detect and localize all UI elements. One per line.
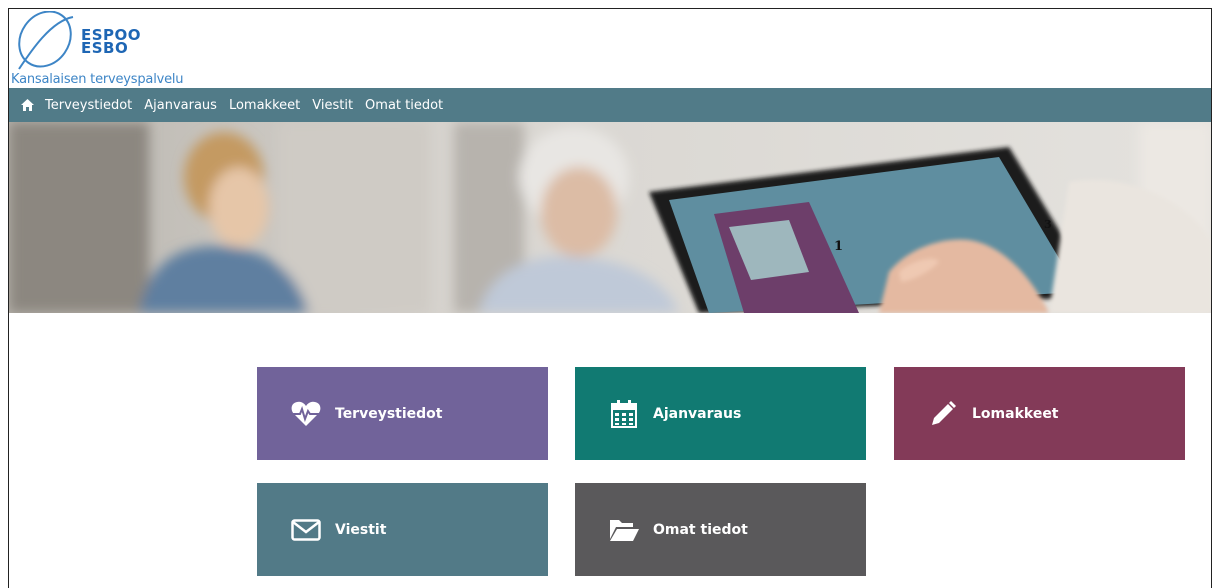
tile-omat-tiedot-label: Omat tiedot [653,521,748,538]
nav-item-ajanvaraus[interactable]: Ajanvaraus [144,98,217,113]
logo-wordmark: ESPOO ESBO [81,28,141,56]
service-subtitle: Kansalaisen terveyspalvelu [11,72,184,87]
tile-terveystiedot-label: Terveystiedot [335,405,443,422]
tile-viestit[interactable]: Viestit [257,483,548,576]
calendar-icon [609,399,639,429]
tablet-number-1: 1 [834,239,843,254]
heartbeat-icon [291,399,321,429]
nav-item-omat-tiedot[interactable]: Omat tiedot [365,98,443,113]
tile-ajanvaraus-label: Ajanvaraus [653,405,742,422]
pencil-icon [928,399,958,429]
nav-item-viestit[interactable]: Viestit [312,98,353,113]
hero-photo: 1 3 [9,122,1211,313]
tablet-number-3: 3 [1044,218,1052,231]
tile-lomakkeet-label: Lomakkeet [972,405,1059,422]
nav-item-lomakkeet[interactable]: Lomakkeet [229,98,300,113]
espoo-logo-mark [18,11,74,70]
main-nav: Terveystiedot Ajanvaraus Lomakkeet Viest… [9,88,1211,122]
page-frame: ESPOO ESBO Kansalaisen terveyspalvelu Te… [8,8,1212,588]
home-icon [20,99,34,111]
tile-omat-tiedot[interactable]: Omat tiedot [575,483,866,576]
folder-open-icon [609,515,639,545]
nav-item-terveystiedot[interactable]: Terveystiedot [45,98,132,113]
hero-banner: 1 3 [9,122,1211,313]
tile-lomakkeet[interactable]: Lomakkeet [894,367,1185,460]
tile-ajanvaraus[interactable]: Ajanvaraus [575,367,866,460]
site-header: ESPOO ESBO Kansalaisen terveyspalvelu [9,9,1211,88]
nav-home[interactable] [9,88,45,122]
tile-terveystiedot[interactable]: Terveystiedot [257,367,548,460]
espoo-logo[interactable]: ESPOO ESBO [11,11,171,73]
tile-viestit-label: Viestit [335,521,387,538]
envelope-icon [291,515,321,545]
